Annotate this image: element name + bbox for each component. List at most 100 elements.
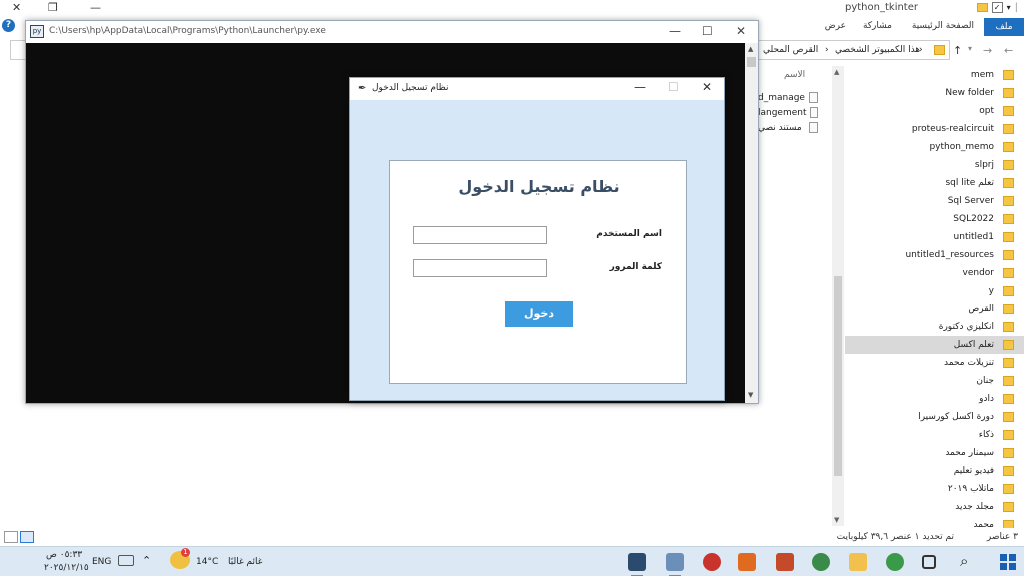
folder-icon bbox=[1003, 466, 1014, 476]
explorer-title: python_tkinter bbox=[845, 2, 918, 13]
clock-time[interactable]: ٠٥:٣٣ ص bbox=[46, 550, 82, 560]
file-icon bbox=[809, 107, 818, 118]
folder-icon bbox=[1003, 70, 1014, 80]
up-arrow-icon[interactable]: ↑ bbox=[953, 44, 962, 57]
file-item[interactable]: مستند نصي bbox=[758, 120, 818, 135]
tree-item[interactable]: تنزيلات محمد bbox=[845, 354, 1024, 372]
chevron-down-icon[interactable]: ▾ bbox=[1007, 3, 1011, 12]
forward-arrow-icon[interactable]: → bbox=[983, 44, 992, 57]
login-body: نظام تسجيل الدخول اسم المستخدم كلمة المر… bbox=[350, 100, 724, 400]
console-minimize-button[interactable]: — bbox=[669, 24, 681, 38]
console-titlebar[interactable]: py C:\Users\hp\AppData\Local\Programs\Py… bbox=[26, 21, 758, 43]
large-icons-view-icon[interactable] bbox=[4, 531, 18, 543]
tree-item[interactable]: untitled1 bbox=[845, 228, 1024, 246]
folder-icon[interactable] bbox=[976, 3, 988, 12]
scroll-up-icon[interactable]: ▲ bbox=[834, 68, 839, 76]
login-minimize-button[interactable]: — bbox=[634, 80, 646, 94]
tree-item[interactable]: y bbox=[845, 282, 1024, 300]
chevron-up-icon[interactable]: ⌃ bbox=[142, 554, 151, 567]
python-taskbar-icon[interactable] bbox=[666, 553, 684, 576]
login-button[interactable]: دخول bbox=[505, 301, 573, 327]
proteus-taskbar-icon[interactable] bbox=[703, 553, 721, 571]
username-input[interactable] bbox=[413, 226, 547, 244]
breadcrumb-local-disk[interactable]: القرص المحلي bbox=[763, 45, 818, 55]
address-bar[interactable]: القرص المحلي › هذا الكمبيوتر الشخصي › bbox=[758, 40, 950, 60]
console-maximize-button[interactable]: ☐ bbox=[702, 24, 713, 38]
explorer-restore-button[interactable]: ❐ bbox=[48, 1, 58, 14]
ribbon-tab-share[interactable]: مشاركة bbox=[863, 21, 892, 31]
console-scrollbar[interactable]: ▲ ▼ bbox=[745, 43, 758, 403]
tree-item[interactable]: انكليزي دكتورة bbox=[845, 318, 1024, 336]
tree-item[interactable]: sql lite تعلم bbox=[845, 174, 1024, 192]
scroll-down-icon[interactable]: ▼ bbox=[834, 516, 839, 524]
tree-item[interactable]: mem bbox=[845, 66, 1024, 84]
tree-item[interactable]: New folder bbox=[845, 84, 1024, 102]
tree-item[interactable]: دورة اكسل كورسيرا bbox=[845, 408, 1024, 426]
temperature[interactable]: 14°C bbox=[196, 557, 218, 567]
tree-item[interactable]: opt bbox=[845, 102, 1024, 120]
scroll-down-icon[interactable]: ▼ bbox=[748, 391, 753, 399]
console-taskbar-icon[interactable] bbox=[628, 553, 646, 576]
file-explorer-taskbar-icon[interactable] bbox=[849, 553, 867, 571]
powerpoint-taskbar-icon[interactable] bbox=[776, 553, 794, 571]
back-arrow-icon[interactable]: ← bbox=[1004, 44, 1013, 57]
column-header-name[interactable]: الاسم bbox=[784, 70, 805, 80]
scroll-up-icon[interactable]: ▲ bbox=[748, 45, 753, 53]
file-item[interactable]: langement bbox=[758, 105, 818, 120]
tree-item[interactable]: مجلد جديد bbox=[845, 498, 1024, 516]
tree-item[interactable]: SQL2022 bbox=[845, 210, 1024, 228]
properties-check-icon[interactable]: ✓ bbox=[991, 2, 1003, 13]
scroll-thumb[interactable] bbox=[747, 57, 756, 67]
matlab-taskbar-icon[interactable] bbox=[738, 553, 756, 571]
desktop: ✕ ❐ — python_tkinter ✓ ▾ | ? ملف الصفحة … bbox=[0, 0, 1024, 576]
ribbon-tab-home[interactable]: الصفحة الرئيسية bbox=[912, 21, 974, 31]
ribbon-tab-view[interactable]: عرض bbox=[825, 21, 846, 31]
login-maximize-button: ☐ bbox=[668, 80, 679, 94]
explorer-minimize-button[interactable]: — bbox=[90, 1, 101, 14]
login-close-button[interactable]: ✕ bbox=[702, 80, 712, 94]
task-view-icon[interactable] bbox=[922, 555, 936, 569]
tree-item-selected[interactable]: تعلم اكسل bbox=[845, 336, 1024, 354]
tree-item[interactable]: القرص bbox=[845, 300, 1024, 318]
scroll-thumb[interactable] bbox=[834, 276, 842, 476]
weather-condition[interactable]: غائم غالبًا bbox=[228, 557, 262, 567]
tree-item[interactable]: python_memo bbox=[845, 138, 1024, 156]
tree-scrollbar[interactable]: ▲ ▼ bbox=[832, 66, 844, 526]
tree-item[interactable]: جنان bbox=[845, 372, 1024, 390]
breadcrumb-this-pc[interactable]: هذا الكمبيوتر الشخصي bbox=[835, 45, 920, 55]
tree-item[interactable]: ماتلاب ٢٠١٩ bbox=[845, 480, 1024, 498]
tree-item[interactable]: دادو bbox=[845, 390, 1024, 408]
search-box[interactable] bbox=[10, 40, 26, 60]
login-heading: نظام تسجيل الدخول bbox=[458, 177, 620, 196]
tree-item[interactable]: vendor bbox=[845, 264, 1024, 282]
taskbar: ٠٥:٣٣ ص ٢٠٢٥/١٢/١٥ ENG ⌃ 1 14°C غائم غال… bbox=[0, 546, 1024, 576]
clock-date[interactable]: ٢٠٢٥/١٢/١٥ bbox=[44, 563, 89, 573]
folder-icon bbox=[1003, 124, 1014, 134]
tree-item[interactable]: proteus-realcircuit bbox=[845, 120, 1024, 138]
ribbon-tab-file[interactable]: ملف bbox=[984, 18, 1024, 36]
chrome-profile-taskbar-icon[interactable] bbox=[812, 553, 830, 571]
details-view-icon[interactable] bbox=[20, 531, 34, 543]
recent-chevron-icon[interactable]: ▾ bbox=[968, 44, 972, 53]
language-indicator[interactable]: ENG bbox=[92, 557, 111, 567]
console-close-button[interactable]: ✕ bbox=[736, 24, 746, 38]
search-icon[interactable]: ⌕ bbox=[960, 552, 968, 570]
chrome-taskbar-icon[interactable] bbox=[886, 553, 904, 571]
help-icon[interactable]: ? bbox=[2, 19, 15, 32]
tree-item[interactable]: slprj bbox=[845, 156, 1024, 174]
weather-badge: 1 bbox=[181, 548, 190, 557]
tree-item[interactable]: سيمنار محمد bbox=[845, 444, 1024, 462]
tree-item[interactable]: untitled1_resources bbox=[845, 246, 1024, 264]
quick-access-toolbar: ✓ ▾ | bbox=[976, 2, 1018, 13]
tree-item[interactable]: ذكاء bbox=[845, 426, 1024, 444]
explorer-close-button[interactable]: ✕ bbox=[12, 1, 21, 14]
tree-item[interactable]: فيديو تعليم bbox=[845, 462, 1024, 480]
start-button[interactable] bbox=[1000, 554, 1016, 570]
tree-item[interactable]: Sql Server bbox=[845, 192, 1024, 210]
keyboard-icon[interactable] bbox=[118, 555, 134, 566]
login-titlebar[interactable]: ✒ نظام تسجيل الدخول — ☐ ✕ bbox=[350, 78, 724, 100]
file-item[interactable]: d_manage bbox=[758, 90, 818, 105]
console-app-icon: py bbox=[30, 25, 44, 38]
password-input[interactable] bbox=[413, 259, 547, 277]
folder-icon bbox=[1003, 376, 1014, 386]
